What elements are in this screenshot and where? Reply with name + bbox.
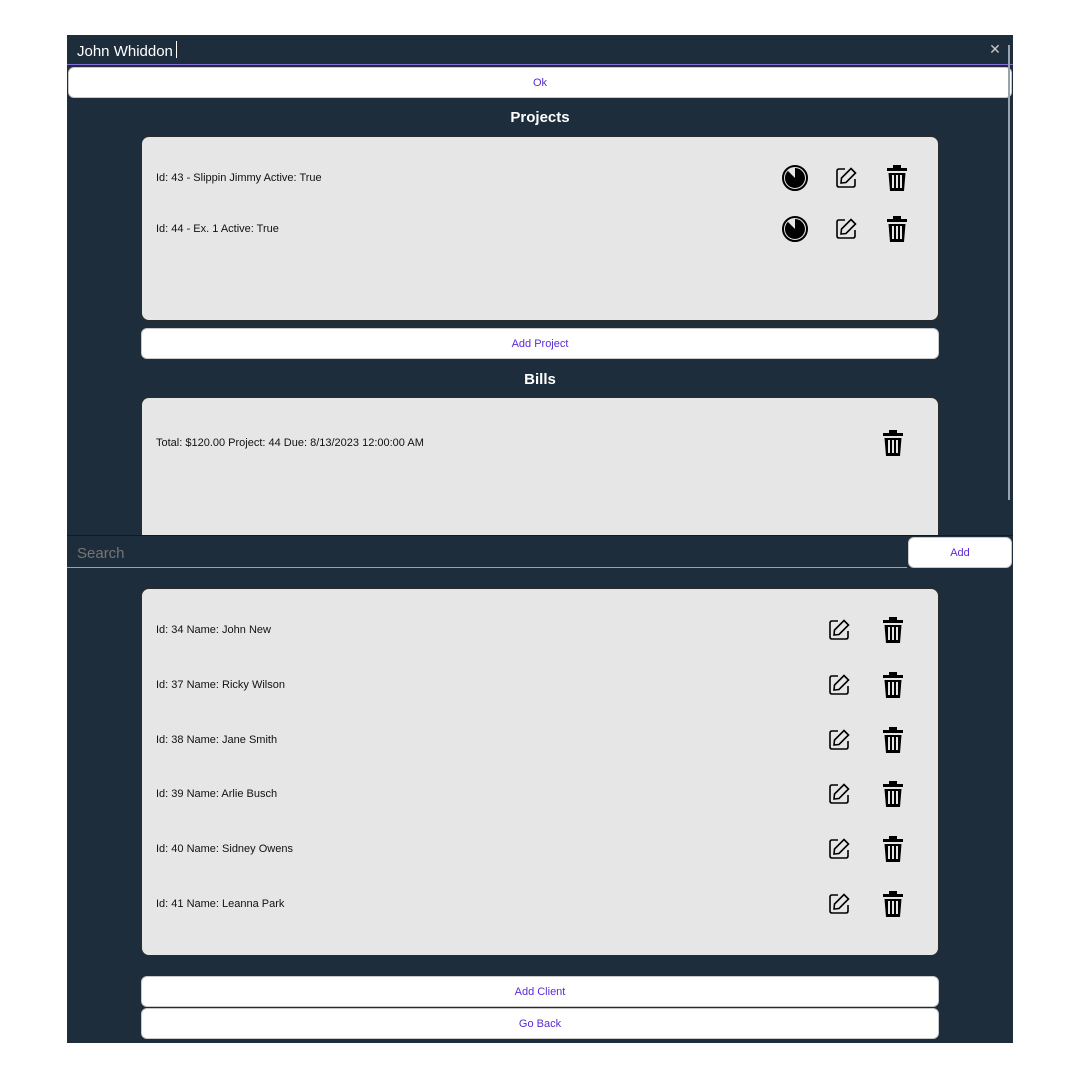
edit-icon[interactable] [824,889,854,919]
close-icon[interactable]: ✕ [987,41,1003,57]
edit-icon[interactable] [824,834,854,864]
search-underline [67,567,907,568]
trash-icon[interactable] [882,163,912,193]
add-project-button[interactable]: Add Project [141,328,939,359]
trash-icon[interactable] [878,428,908,458]
edit-icon[interactable] [831,214,861,244]
trash-icon[interactable] [878,615,908,645]
trash-icon[interactable] [878,834,908,864]
client-label: Id: 34 Name: John New [156,624,271,636]
search-bar-divider [67,535,1013,536]
client-label: Id: 37 Name: Ricky Wilson [156,679,285,691]
bill-label: Total: $120.00 Project: 44 Due: 8/13/202… [156,437,424,449]
trash-icon[interactable] [878,725,908,755]
edit-icon[interactable] [824,779,854,809]
timer-icon[interactable] [780,214,810,244]
edit-icon[interactable] [824,615,854,645]
project-label: Id: 43 - Slippin Jimmy Active: True [156,172,322,184]
edit-icon[interactable] [824,725,854,755]
client-row[interactable]: Id: 38 Name: Jane Smith [156,720,924,760]
go-back-button[interactable]: Go Back [141,1008,939,1039]
trash-icon[interactable] [878,779,908,809]
projects-panel: Id: 43 - Slippin Jimmy Active: True Id: … [141,136,939,321]
client-label: Id: 41 Name: Leanna Park [156,898,285,910]
timer-icon[interactable] [780,163,810,193]
client-name-input[interactable] [75,37,979,65]
ok-button[interactable]: Ok [68,67,1012,98]
edit-icon[interactable] [824,670,854,700]
projects-title: Projects [510,109,570,126]
client-row[interactable]: Id: 34 Name: John New [156,610,924,650]
client-label: Id: 38 Name: Jane Smith [156,734,278,746]
project-row[interactable]: Id: 43 - Slippin Jimmy Active: True [156,158,924,198]
add-client-button[interactable]: Add Client [141,976,939,1007]
trash-icon[interactable] [882,214,912,244]
text-cursor [176,41,177,58]
trash-icon[interactable] [878,670,908,700]
project-label: Id: 44 - Ex. 1 Active: True [156,223,279,235]
scrollbar[interactable] [1008,45,1010,500]
trash-icon[interactable] [878,889,908,919]
bills-panel: Total: $120.00 Project: 44 Due: 8/13/202… [141,397,939,535]
client-row[interactable]: Id: 40 Name: Sidney Owens [156,829,924,869]
client-label: Id: 40 Name: Sidney Owens [156,843,293,855]
project-row[interactable]: Id: 44 - Ex. 1 Active: True [156,209,924,249]
bill-row[interactable]: Total: $120.00 Project: 44 Due: 8/13/202… [156,423,924,463]
client-label: Id: 39 Name: Arlie Busch [156,788,278,800]
bills-title: Bills [524,371,556,388]
edit-icon[interactable] [831,163,861,193]
client-row[interactable]: Id: 37 Name: Ricky Wilson [156,665,924,705]
clients-panel: Id: 34 Name: John New Id: 37 Name: Ricky… [141,588,939,956]
client-row[interactable]: Id: 39 Name: Arlie Busch [156,774,924,814]
add-button[interactable]: Add [908,537,1012,568]
client-row[interactable]: Id: 41 Name: Leanna Park [156,884,924,924]
name-input-underline [67,64,1013,65]
search-input[interactable] [75,539,909,567]
app-window: ✕ Ok Projects Id: 43 - Slippin Jimmy Act… [67,35,1013,1043]
